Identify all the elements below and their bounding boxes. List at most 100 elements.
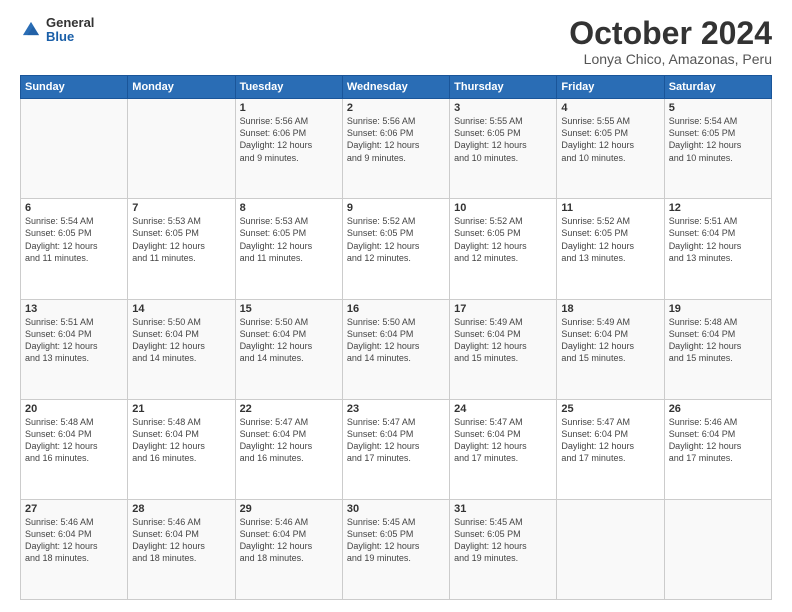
day-info: Sunrise: 5:52 AM Sunset: 6:05 PM Dayligh… bbox=[561, 215, 659, 264]
logo-general-text: General bbox=[46, 16, 94, 30]
day-cell: 21Sunrise: 5:48 AM Sunset: 6:04 PM Dayli… bbox=[128, 399, 235, 499]
day-cell: 20Sunrise: 5:48 AM Sunset: 6:04 PM Dayli… bbox=[21, 399, 128, 499]
logo-text: General Blue bbox=[46, 16, 94, 45]
day-info: Sunrise: 5:50 AM Sunset: 6:04 PM Dayligh… bbox=[240, 316, 338, 365]
header: General Blue October 2024 Lonya Chico, A… bbox=[20, 16, 772, 67]
title-block: October 2024 Lonya Chico, Amazonas, Peru bbox=[569, 16, 772, 67]
main-title: October 2024 bbox=[569, 16, 772, 51]
day-cell: 28Sunrise: 5:46 AM Sunset: 6:04 PM Dayli… bbox=[128, 499, 235, 599]
week-row-2: 13Sunrise: 5:51 AM Sunset: 6:04 PM Dayli… bbox=[21, 299, 772, 399]
day-cell: 25Sunrise: 5:47 AM Sunset: 6:04 PM Dayli… bbox=[557, 399, 664, 499]
subtitle: Lonya Chico, Amazonas, Peru bbox=[569, 51, 772, 67]
day-number: 13 bbox=[25, 303, 123, 315]
day-cell: 30Sunrise: 5:45 AM Sunset: 6:05 PM Dayli… bbox=[342, 499, 449, 599]
day-cell: 31Sunrise: 5:45 AM Sunset: 6:05 PM Dayli… bbox=[450, 499, 557, 599]
col-header-sunday: Sunday bbox=[21, 76, 128, 99]
day-number: 19 bbox=[669, 303, 767, 315]
day-number: 20 bbox=[25, 403, 123, 415]
week-row-4: 27Sunrise: 5:46 AM Sunset: 6:04 PM Dayli… bbox=[21, 499, 772, 599]
day-cell: 9Sunrise: 5:52 AM Sunset: 6:05 PM Daylig… bbox=[342, 199, 449, 299]
day-info: Sunrise: 5:48 AM Sunset: 6:04 PM Dayligh… bbox=[132, 416, 230, 465]
day-number: 4 bbox=[561, 102, 659, 114]
day-number: 21 bbox=[132, 403, 230, 415]
day-cell: 22Sunrise: 5:47 AM Sunset: 6:04 PM Dayli… bbox=[235, 399, 342, 499]
day-info: Sunrise: 5:50 AM Sunset: 6:04 PM Dayligh… bbox=[132, 316, 230, 365]
day-number: 7 bbox=[132, 202, 230, 214]
day-info: Sunrise: 5:56 AM Sunset: 6:06 PM Dayligh… bbox=[347, 115, 445, 164]
day-info: Sunrise: 5:47 AM Sunset: 6:04 PM Dayligh… bbox=[561, 416, 659, 465]
day-info: Sunrise: 5:46 AM Sunset: 6:04 PM Dayligh… bbox=[240, 516, 338, 565]
day-info: Sunrise: 5:49 AM Sunset: 6:04 PM Dayligh… bbox=[454, 316, 552, 365]
day-cell: 26Sunrise: 5:46 AM Sunset: 6:04 PM Dayli… bbox=[664, 399, 771, 499]
day-info: Sunrise: 5:55 AM Sunset: 6:05 PM Dayligh… bbox=[561, 115, 659, 164]
day-cell: 2Sunrise: 5:56 AM Sunset: 6:06 PM Daylig… bbox=[342, 99, 449, 199]
day-number: 1 bbox=[240, 102, 338, 114]
day-info: Sunrise: 5:56 AM Sunset: 6:06 PM Dayligh… bbox=[240, 115, 338, 164]
day-number: 30 bbox=[347, 503, 445, 515]
day-number: 10 bbox=[454, 202, 552, 214]
logo-blue-text: Blue bbox=[46, 30, 94, 44]
day-number: 23 bbox=[347, 403, 445, 415]
day-info: Sunrise: 5:46 AM Sunset: 6:04 PM Dayligh… bbox=[25, 516, 123, 565]
day-info: Sunrise: 5:48 AM Sunset: 6:04 PM Dayligh… bbox=[669, 316, 767, 365]
day-cell: 27Sunrise: 5:46 AM Sunset: 6:04 PM Dayli… bbox=[21, 499, 128, 599]
col-header-thursday: Thursday bbox=[450, 76, 557, 99]
day-info: Sunrise: 5:49 AM Sunset: 6:04 PM Dayligh… bbox=[561, 316, 659, 365]
day-cell: 18Sunrise: 5:49 AM Sunset: 6:04 PM Dayli… bbox=[557, 299, 664, 399]
day-number: 6 bbox=[25, 202, 123, 214]
day-cell: 29Sunrise: 5:46 AM Sunset: 6:04 PM Dayli… bbox=[235, 499, 342, 599]
day-number: 15 bbox=[240, 303, 338, 315]
day-info: Sunrise: 5:52 AM Sunset: 6:05 PM Dayligh… bbox=[347, 215, 445, 264]
day-info: Sunrise: 5:47 AM Sunset: 6:04 PM Dayligh… bbox=[347, 416, 445, 465]
day-cell: 15Sunrise: 5:50 AM Sunset: 6:04 PM Dayli… bbox=[235, 299, 342, 399]
day-number: 29 bbox=[240, 503, 338, 515]
col-header-monday: Monday bbox=[128, 76, 235, 99]
day-number: 28 bbox=[132, 503, 230, 515]
day-info: Sunrise: 5:50 AM Sunset: 6:04 PM Dayligh… bbox=[347, 316, 445, 365]
day-cell bbox=[128, 99, 235, 199]
day-cell: 3Sunrise: 5:55 AM Sunset: 6:05 PM Daylig… bbox=[450, 99, 557, 199]
day-cell: 8Sunrise: 5:53 AM Sunset: 6:05 PM Daylig… bbox=[235, 199, 342, 299]
day-info: Sunrise: 5:47 AM Sunset: 6:04 PM Dayligh… bbox=[454, 416, 552, 465]
day-cell: 11Sunrise: 5:52 AM Sunset: 6:05 PM Dayli… bbox=[557, 199, 664, 299]
day-info: Sunrise: 5:46 AM Sunset: 6:04 PM Dayligh… bbox=[669, 416, 767, 465]
week-row-1: 6Sunrise: 5:54 AM Sunset: 6:05 PM Daylig… bbox=[21, 199, 772, 299]
day-info: Sunrise: 5:51 AM Sunset: 6:04 PM Dayligh… bbox=[669, 215, 767, 264]
day-cell: 12Sunrise: 5:51 AM Sunset: 6:04 PM Dayli… bbox=[664, 199, 771, 299]
col-header-friday: Friday bbox=[557, 76, 664, 99]
day-number: 18 bbox=[561, 303, 659, 315]
day-cell: 6Sunrise: 5:54 AM Sunset: 6:05 PM Daylig… bbox=[21, 199, 128, 299]
day-info: Sunrise: 5:54 AM Sunset: 6:05 PM Dayligh… bbox=[25, 215, 123, 264]
logo: General Blue bbox=[20, 16, 94, 45]
day-cell: 14Sunrise: 5:50 AM Sunset: 6:04 PM Dayli… bbox=[128, 299, 235, 399]
day-cell bbox=[21, 99, 128, 199]
col-header-tuesday: Tuesday bbox=[235, 76, 342, 99]
day-cell: 23Sunrise: 5:47 AM Sunset: 6:04 PM Dayli… bbox=[342, 399, 449, 499]
day-info: Sunrise: 5:55 AM Sunset: 6:05 PM Dayligh… bbox=[454, 115, 552, 164]
calendar-header-row: SundayMondayTuesdayWednesdayThursdayFrid… bbox=[21, 76, 772, 99]
day-cell: 16Sunrise: 5:50 AM Sunset: 6:04 PM Dayli… bbox=[342, 299, 449, 399]
col-header-saturday: Saturday bbox=[664, 76, 771, 99]
day-cell: 7Sunrise: 5:53 AM Sunset: 6:05 PM Daylig… bbox=[128, 199, 235, 299]
calendar-table: SundayMondayTuesdayWednesdayThursdayFrid… bbox=[20, 75, 772, 600]
day-number: 5 bbox=[669, 102, 767, 114]
day-number: 24 bbox=[454, 403, 552, 415]
day-info: Sunrise: 5:53 AM Sunset: 6:05 PM Dayligh… bbox=[132, 215, 230, 264]
day-number: 14 bbox=[132, 303, 230, 315]
day-info: Sunrise: 5:53 AM Sunset: 6:05 PM Dayligh… bbox=[240, 215, 338, 264]
day-cell: 5Sunrise: 5:54 AM Sunset: 6:05 PM Daylig… bbox=[664, 99, 771, 199]
day-info: Sunrise: 5:54 AM Sunset: 6:05 PM Dayligh… bbox=[669, 115, 767, 164]
day-cell: 13Sunrise: 5:51 AM Sunset: 6:04 PM Dayli… bbox=[21, 299, 128, 399]
day-cell: 17Sunrise: 5:49 AM Sunset: 6:04 PM Dayli… bbox=[450, 299, 557, 399]
day-info: Sunrise: 5:46 AM Sunset: 6:04 PM Dayligh… bbox=[132, 516, 230, 565]
day-number: 12 bbox=[669, 202, 767, 214]
week-row-3: 20 Sunrise: 5:48 AM Sunset: 6:04 PM Dayli… bbox=[21, 399, 772, 499]
day-number: 25 bbox=[561, 403, 659, 415]
day-cell bbox=[664, 499, 771, 599]
day-cell: 24Sunrise: 5:47 AM Sunset: 6:04 PM Dayli… bbox=[450, 399, 557, 499]
day-number: 26 bbox=[669, 403, 767, 415]
day-cell: 1Sunrise: 5:56 AM Sunset: 6:06 PM Daylig… bbox=[235, 99, 342, 199]
day-info: Sunrise: 5:45 AM Sunset: 6:05 PM Dayligh… bbox=[347, 516, 445, 565]
day-cell: 19Sunrise: 5:48 AM Sunset: 6:04 PM Dayli… bbox=[664, 299, 771, 399]
day-cell: 10Sunrise: 5:52 AM Sunset: 6:05 PM Dayli… bbox=[450, 199, 557, 299]
